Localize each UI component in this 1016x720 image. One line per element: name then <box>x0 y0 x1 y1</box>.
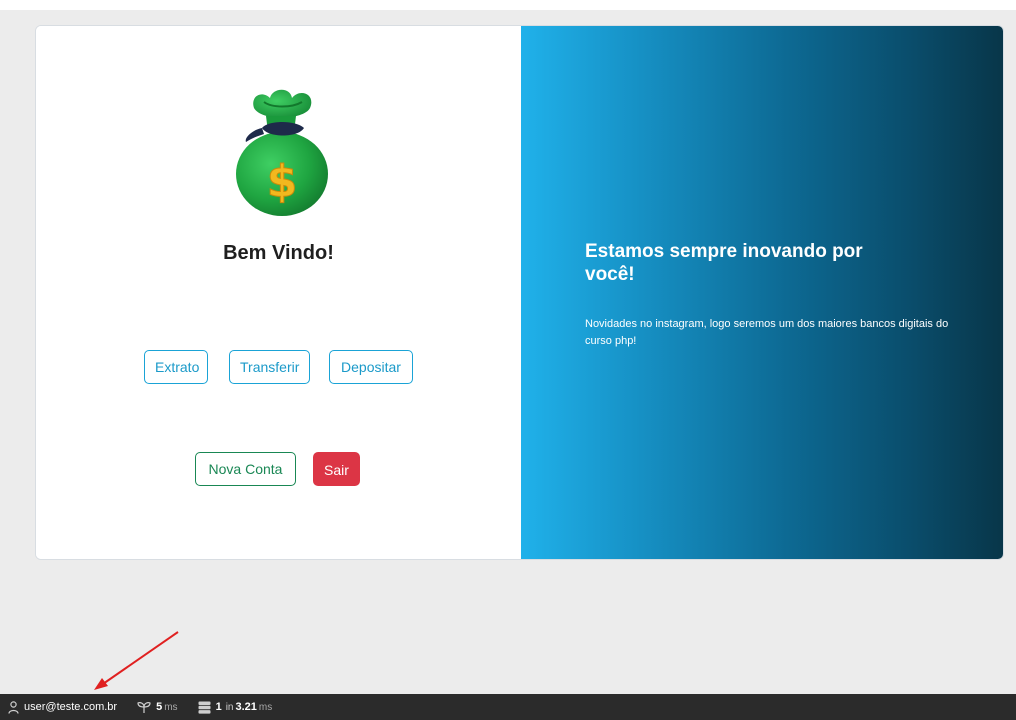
promo-title: Estamos sempre inovando por você! <box>585 241 863 285</box>
sprout-icon <box>137 701 151 713</box>
page: $ Bem Vindo! Extrato Transferir Deposita… <box>0 0 1016 720</box>
db-in-label: in <box>225 701 234 713</box>
time-unit: ms <box>164 701 178 713</box>
debug-user[interactable]: user@teste.com.br <box>8 700 118 714</box>
db-unit: ms <box>258 701 273 713</box>
account-buttons: Nova Conta Sair <box>36 452 521 486</box>
extrato-button[interactable]: Extrato <box>144 350 208 384</box>
welcome-title: Bem Vindo! <box>223 242 334 264</box>
transferir-button[interactable]: Transferir <box>229 350 310 384</box>
debug-time[interactable]: 5 ms <box>137 701 178 714</box>
left-panel: $ Bem Vindo! Extrato Transferir Deposita… <box>36 26 521 559</box>
top-strip <box>0 0 1016 10</box>
promo-panel: Estamos sempre inovando por você! Novida… <box>521 26 1003 559</box>
svg-text:$: $ <box>267 156 298 207</box>
welcome-card: $ Bem Vindo! Extrato Transferir Deposita… <box>35 25 1004 560</box>
debug-toolbar: user@teste.com.br 5 ms 1 in 3.21 ms <box>0 694 1016 720</box>
action-buttons: Extrato Transferir Depositar <box>36 350 521 384</box>
db-count: 1 <box>215 701 222 713</box>
annotation-arrow-icon <box>94 631 179 690</box>
debug-database[interactable]: 1 in 3.21 ms <box>198 701 273 714</box>
money-bag-icon: $ <box>236 89 328 216</box>
time-value: 5 <box>156 701 163 713</box>
user-email: user@teste.com.br <box>24 701 118 713</box>
promo-text: Novidades no instagram, logo seremos um … <box>585 318 949 347</box>
database-icon <box>198 701 211 714</box>
depositar-button[interactable]: Depositar <box>329 350 413 384</box>
logout-button[interactable]: Sair <box>313 452 360 486</box>
user-icon <box>8 700 19 714</box>
new-account-button[interactable]: Nova Conta <box>195 452 296 486</box>
db-time: 3.21 <box>235 701 257 713</box>
